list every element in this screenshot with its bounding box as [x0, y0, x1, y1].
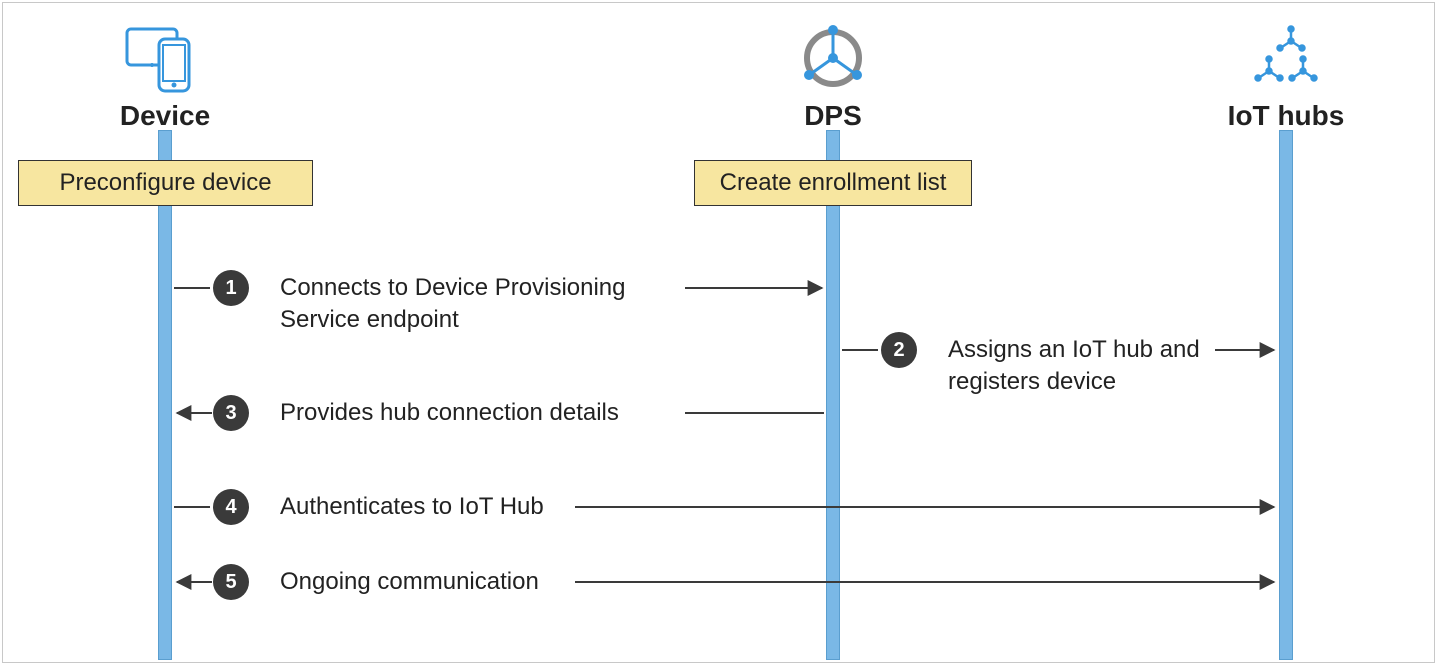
step-1-text: Connects to Device Provisioning Service … — [280, 272, 680, 337]
lane-device-heading: Device — [120, 100, 210, 132]
step-5-badge: 5 — [213, 564, 249, 600]
lane-hubs-heading: IoT hubs — [1228, 100, 1345, 132]
hubs-icon — [1241, 20, 1331, 95]
step-4-badge: 4 — [213, 489, 249, 525]
step-5-text: Ongoing communication — [280, 566, 539, 598]
dps-icon — [788, 20, 878, 95]
lane-dps-heading: DPS — [804, 100, 862, 132]
step-1-badge: 1 — [213, 270, 249, 306]
lifeline-dps — [826, 130, 840, 660]
step-2-badge: 2 — [881, 332, 917, 368]
step-3-badge: 3 — [213, 395, 249, 431]
lifeline-device — [158, 130, 172, 660]
step-4-text: Authenticates to IoT Hub — [280, 491, 544, 523]
diagram-frame — [2, 2, 1435, 663]
setup-dps-box: Create enrollment list — [694, 160, 972, 206]
step-2-text: Assigns an IoT hub and registers device — [948, 334, 1208, 399]
lifeline-hubs — [1279, 130, 1293, 660]
setup-device-box: Preconfigure device — [18, 160, 313, 206]
devices-icon — [120, 20, 210, 95]
step-3-text: Provides hub connection details — [280, 397, 619, 429]
